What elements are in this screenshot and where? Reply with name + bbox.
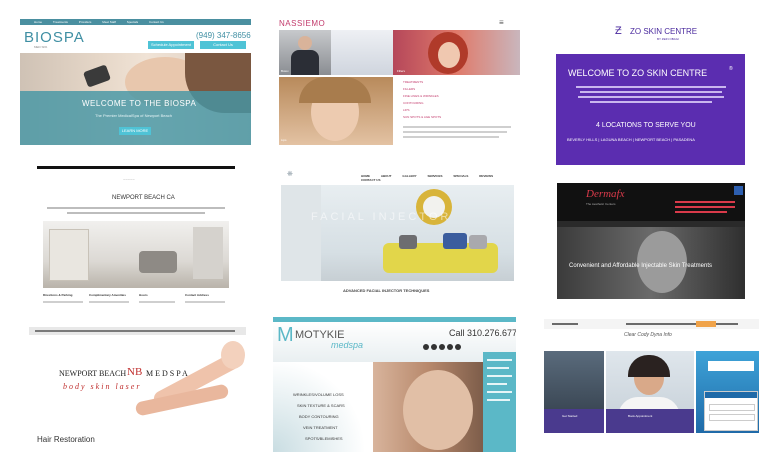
- zo-welcome-title: WELCOME TO ZO SKIN CENTRE: [568, 68, 708, 78]
- motykie-menu-item[interactable]: BODY CONTOURING: [299, 415, 339, 419]
- nbm-footer-label[interactable]: Hair Restoration: [37, 436, 95, 444]
- dermafx-header-text: [675, 201, 735, 203]
- nassiemo-photo-clinic: [331, 30, 393, 75]
- nbca-col-contact[interactable]: Contact Address: [185, 294, 209, 297]
- motykie-menu-item[interactable]: SKIN TEXTURE & SCARS: [297, 404, 345, 408]
- pinterest-icon[interactable]: [455, 344, 461, 350]
- facial-logo-icon: ❋: [287, 171, 293, 178]
- facial-nav-about[interactable]: ABOUT: [381, 174, 392, 178]
- biospa-phone[interactable]: (949) 347-8656: [196, 32, 251, 40]
- biospa-contact-button[interactable]: Contact Us: [200, 41, 246, 49]
- zo-logo-icon: Ƶ: [615, 25, 622, 37]
- nbm-brand-left[interactable]: NEWPORT BEACH: [59, 370, 126, 378]
- facial-injector-thumbnail[interactable]: ❋ HOME ABOUT GALLERY SERVICES SPECIALS R…: [281, 167, 514, 299]
- motykie-logo-icon: M: [277, 324, 294, 346]
- nassiemo-body-text: [403, 126, 511, 128]
- nassiemo-logo[interactable]: NASSIEMO: [279, 20, 325, 28]
- biospa-logo[interactable]: BIOSPA: [24, 30, 85, 45]
- nassiemo-menu-item[interactable]: LIPS: [403, 109, 410, 112]
- twitter-icon[interactable]: [431, 344, 437, 350]
- nassiemo-menu: TREATMENTS FILLERS FINE LINES & WRINKLES…: [403, 81, 513, 141]
- facial-nav-gallery[interactable]: GALLERY: [402, 174, 416, 178]
- zo-intro-text: [576, 86, 726, 88]
- motykie-thumbnail[interactable]: M MOTYKIE medspa Call 310.276.6772 WRINK…: [273, 317, 516, 452]
- zo-logo-sub: BY ZEIN OBAGI: [657, 37, 679, 41]
- dermafx-thumbnail[interactable]: Dermafx The Aesthetic Centers Convenient…: [557, 183, 745, 299]
- nbca-col-directions[interactable]: Directions & Parking: [43, 294, 73, 297]
- biospa-learn-more-button[interactable]: LEARN MORE: [119, 127, 151, 135]
- clinic-photo-left: [544, 351, 604, 433]
- nassiemo-thumbnail[interactable]: NASSIEMO ≡ Botox Fillers Lips TREATMENTS…: [279, 19, 520, 145]
- facial-nav-specials[interactable]: SPECIALS: [453, 174, 468, 178]
- clinic-caption-a: Get Started: [562, 414, 578, 418]
- nassiemo-photo-redhead: [393, 30, 520, 75]
- zo-skin-thumbnail[interactable]: Ƶ ZO SKIN CENTRE BY ZEIN OBAGI WELCOME T…: [556, 22, 745, 165]
- nassiemo-caption-fillers: Fillers: [397, 69, 405, 73]
- nbca-script-logo: ~~~~~: [123, 177, 135, 182]
- nbca-intro-text: [47, 207, 225, 209]
- nassiemo-menu-item[interactable]: CONTOURING: [403, 102, 423, 105]
- nbm-subtitle: body skin laser: [63, 382, 142, 391]
- dermafx-logo-sub: The Aesthetic Centers: [586, 202, 616, 206]
- motykie-logo-sub: medspa: [331, 340, 364, 350]
- facial-nav-contact[interactable]: CONTACT US: [361, 178, 380, 182]
- biospa-nav-contact[interactable]: Contact Us: [149, 20, 164, 24]
- biospa-nav-providers[interactable]: Providers: [79, 20, 92, 24]
- nbca-col-hours[interactable]: Hours: [139, 294, 148, 297]
- dermafx-logo[interactable]: Dermafx: [586, 189, 625, 200]
- clinic-photo-doctor: [606, 351, 694, 433]
- newport-beach-ca-thumbnail[interactable]: ~~~~~ NEWPORT BEACH CA Directions & Park…: [37, 166, 235, 310]
- biospa-device-icon: [82, 64, 112, 88]
- motykie-menu-item[interactable]: SPOTS/BLEMISHES: [305, 437, 343, 441]
- biospa-nav-home[interactable]: Home: [34, 20, 42, 24]
- biospa-logo-sub: MED SPA: [34, 45, 48, 49]
- nbca-top-bar: [37, 166, 235, 169]
- zo-welcome-mark: ®: [729, 66, 733, 72]
- clinic-chat-widget[interactable]: [704, 391, 758, 431]
- nbca-col-amenities[interactable]: Complimentary Amenities: [89, 294, 126, 297]
- biospa-nav-meet-staff[interactable]: Meet Staff: [102, 20, 116, 24]
- facial-caption: ADVANCED FACIAL INJECTOR TECHNIQUES: [343, 288, 430, 293]
- nassiemo-photo-blonde: [279, 77, 393, 145]
- zo-location-list[interactable]: BEVERLY HILLS | LAGUNA BEACH | NEWPORT B…: [567, 138, 695, 142]
- clinic-caption-b: Book Appointment: [628, 414, 653, 418]
- motykie-phone[interactable]: Call 310.276.6772: [449, 329, 516, 338]
- clinic-title: Clear Cody Dyna Info: [624, 332, 672, 338]
- nassiemo-menu-item[interactable]: TREATMENTS: [403, 81, 423, 84]
- zo-logo[interactable]: ZO SKIN CENTRE: [630, 28, 697, 36]
- facebook-icon[interactable]: [423, 344, 429, 350]
- nassiemo-menu-item[interactable]: FILLERS: [403, 88, 415, 91]
- dermafx-headline: Convenient and Affordable Injectable Ski…: [569, 263, 712, 269]
- nassiemo-menu-item[interactable]: SUN SPOTS & AGE SPOTS: [403, 116, 441, 119]
- clinic-thumbnail[interactable]: Clear Cody Dyna Info Get Started Book Ap…: [544, 319, 759, 433]
- facial-room-photo: [281, 185, 514, 281]
- zo-locations-heading: 4 LOCATIONS TO SERVE YOU: [596, 122, 696, 129]
- motykie-menu-item[interactable]: VEIN TREATMENT: [303, 426, 338, 430]
- nbca-interior-photo: [43, 221, 229, 288]
- nbm-legs-image: [134, 341, 246, 429]
- biospa-tagline: The Premier MedicalSpa of Newport Beach: [95, 113, 172, 118]
- motykie-menu-item[interactable]: WRINKLES/VOLUME LOSS: [293, 393, 344, 397]
- facial-watermark: FACIAL INJECTOR: [311, 211, 452, 223]
- biospa-thumbnail[interactable]: Home Treatments Providers Meet Staff Spe…: [20, 19, 251, 145]
- biospa-nav-specials[interactable]: Specials: [127, 20, 138, 24]
- nbm-brand-mid: NB: [127, 366, 143, 378]
- newport-beach-medspa-thumbnail[interactable]: NEWPORT BEACH NB MEDSPA body skin laser …: [29, 327, 246, 453]
- clinic-nav-button[interactable]: [696, 321, 716, 327]
- nbm-brand-right[interactable]: MEDSPA: [146, 370, 190, 378]
- nassiemo-menu-item[interactable]: FINE LINES & WRINKLES: [403, 95, 439, 98]
- dermafx-badge-icon: [734, 186, 743, 195]
- facial-nav-reviews[interactable]: REVIEWS: [479, 174, 493, 178]
- nassiemo-caption-botox: Botox: [281, 69, 289, 73]
- biospa-nav-treatments[interactable]: Treatments: [53, 20, 68, 24]
- facial-nav-services[interactable]: SERVICES: [427, 174, 442, 178]
- nbca-heading: NEWPORT BEACH CA: [112, 195, 175, 201]
- hamburger-menu-icon[interactable]: ≡: [499, 19, 504, 27]
- youtube-icon[interactable]: [439, 344, 445, 350]
- biospa-welcome-title: WELCOME TO THE BIOSPA: [82, 99, 197, 108]
- motykie-hero-photo: [373, 362, 483, 452]
- nassiemo-caption-lips: Lips: [281, 138, 287, 142]
- instagram-icon[interactable]: [447, 344, 453, 350]
- biospa-schedule-button[interactable]: Schedule Appointment: [148, 41, 194, 49]
